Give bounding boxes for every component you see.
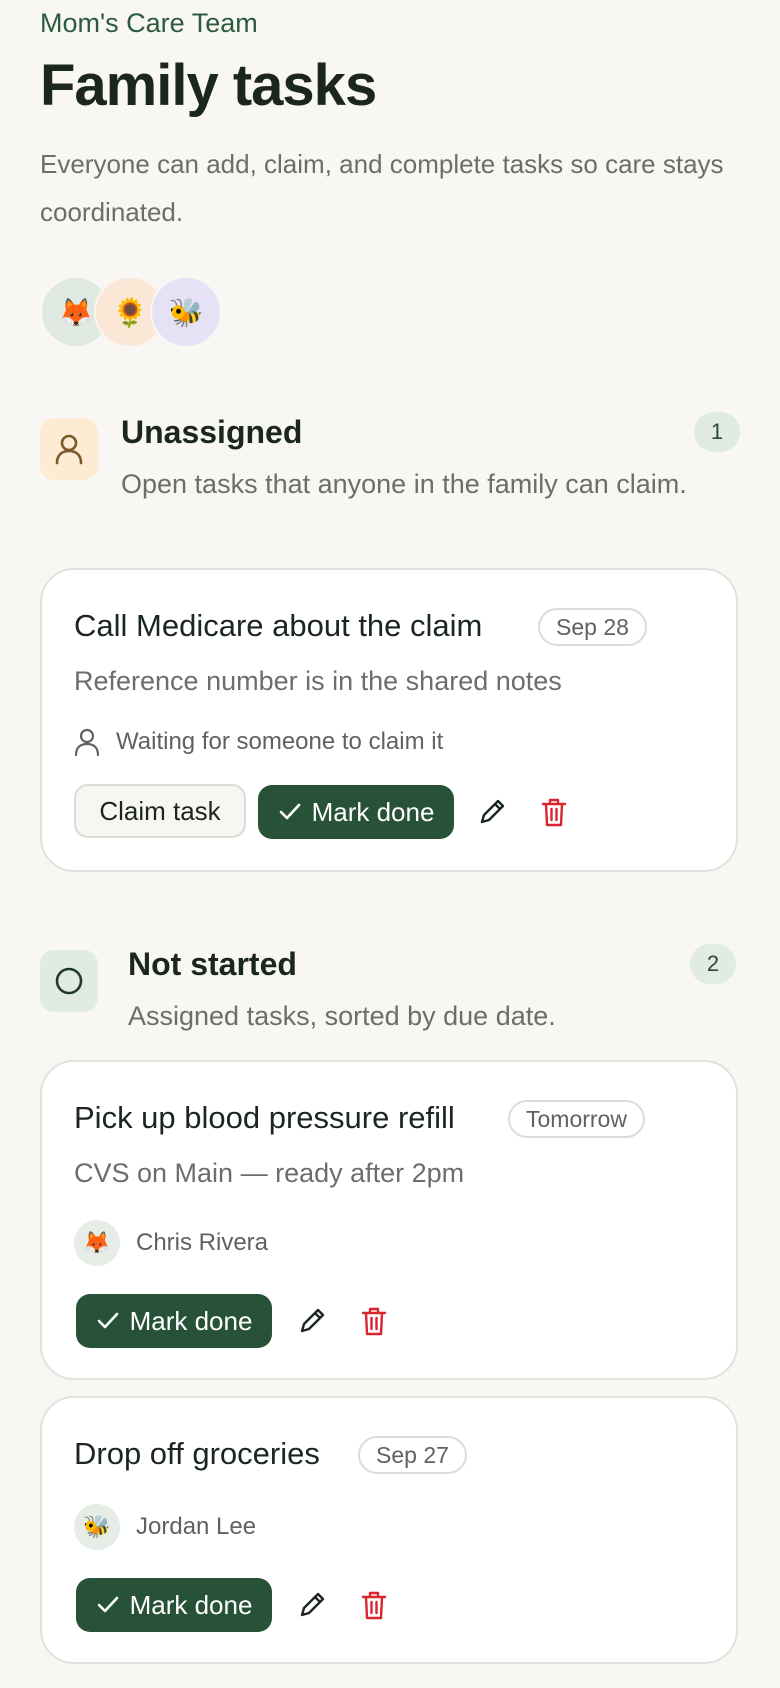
family-tasks-page: Mom's Care Team Family tasks Everyone ca… [0, 0, 780, 1688]
mark-done-label: Mark done [129, 1589, 253, 1620]
task-note: Reference number is in the shared notes [74, 666, 562, 696]
page-subtitle: Everyone can add, claim, and complete ta… [40, 149, 724, 227]
claim-task-button[interactable]: Claim task [74, 784, 246, 838]
task-title: Pick up blood pressure refill [74, 1100, 455, 1135]
circle-icon [40, 950, 98, 1012]
due-date-badge: Tomorrow [508, 1100, 645, 1138]
assignee-avatar: 🐝 [74, 1504, 120, 1550]
mark-done-button[interactable]: Mark done [76, 1578, 272, 1632]
section-description: Assigned tasks, sorted by due date. [128, 1001, 556, 1031]
mark-done-label: Mark done [311, 796, 435, 827]
task-assignee: 🦊 Chris Rivera [74, 1220, 268, 1266]
mark-done-button[interactable]: Mark done [258, 785, 454, 839]
person-icon [74, 728, 100, 756]
delete-trash-icon[interactable] [354, 1301, 394, 1341]
task-assignee: 🐝 Jordan Lee [74, 1504, 256, 1550]
check-icon [97, 1312, 118, 1329]
check-icon [97, 1596, 118, 1613]
delete-trash-icon[interactable] [354, 1585, 394, 1625]
team-name: Mom's Care Team [40, 8, 258, 38]
edit-pencil-icon[interactable] [292, 1301, 332, 1341]
assignee-name: Jordan Lee [136, 1513, 257, 1540]
task-card: Pick up blood pressure refill Tomorrow C… [40, 1060, 738, 1380]
task-card: Call Medicare about the claim Sep 28 Ref… [40, 568, 738, 872]
mark-done-label: Mark done [129, 1305, 253, 1336]
task-note: CVS on Main — ready after 2pm [74, 1158, 465, 1188]
section-title-not-started: Not started [128, 946, 297, 982]
page-title: Family tasks [40, 53, 377, 118]
task-title: Call Medicare about the claim [74, 608, 483, 643]
section-count-badge: 1 [694, 412, 740, 452]
member-avatar[interactable]: 🐝 [150, 276, 222, 348]
assignee-avatar: 🦊 [74, 1220, 120, 1266]
mark-done-button[interactable]: Mark done [76, 1294, 272, 1348]
person-icon [40, 418, 98, 480]
due-date-badge: Sep 28 [538, 608, 647, 646]
edit-pencil-icon[interactable] [472, 792, 512, 832]
section-description: Open tasks that anyone in the family can… [121, 469, 687, 499]
due-date-badge: Sep 27 [358, 1436, 467, 1474]
check-icon [279, 803, 300, 820]
section-title-unassigned: Unassigned [121, 414, 303, 450]
task-status: Waiting for someone to claim it [74, 728, 443, 756]
delete-trash-icon[interactable] [534, 792, 574, 832]
task-title: Drop off groceries [74, 1436, 320, 1471]
task-card: Drop off groceries Sep 27 🐝 Jordan Lee M… [40, 1396, 738, 1664]
section-count-badge: 2 [690, 944, 736, 984]
status-text: Waiting for someone to claim it [116, 728, 444, 755]
assignee-name: Chris Rivera [136, 1229, 269, 1256]
edit-pencil-icon[interactable] [292, 1585, 332, 1625]
